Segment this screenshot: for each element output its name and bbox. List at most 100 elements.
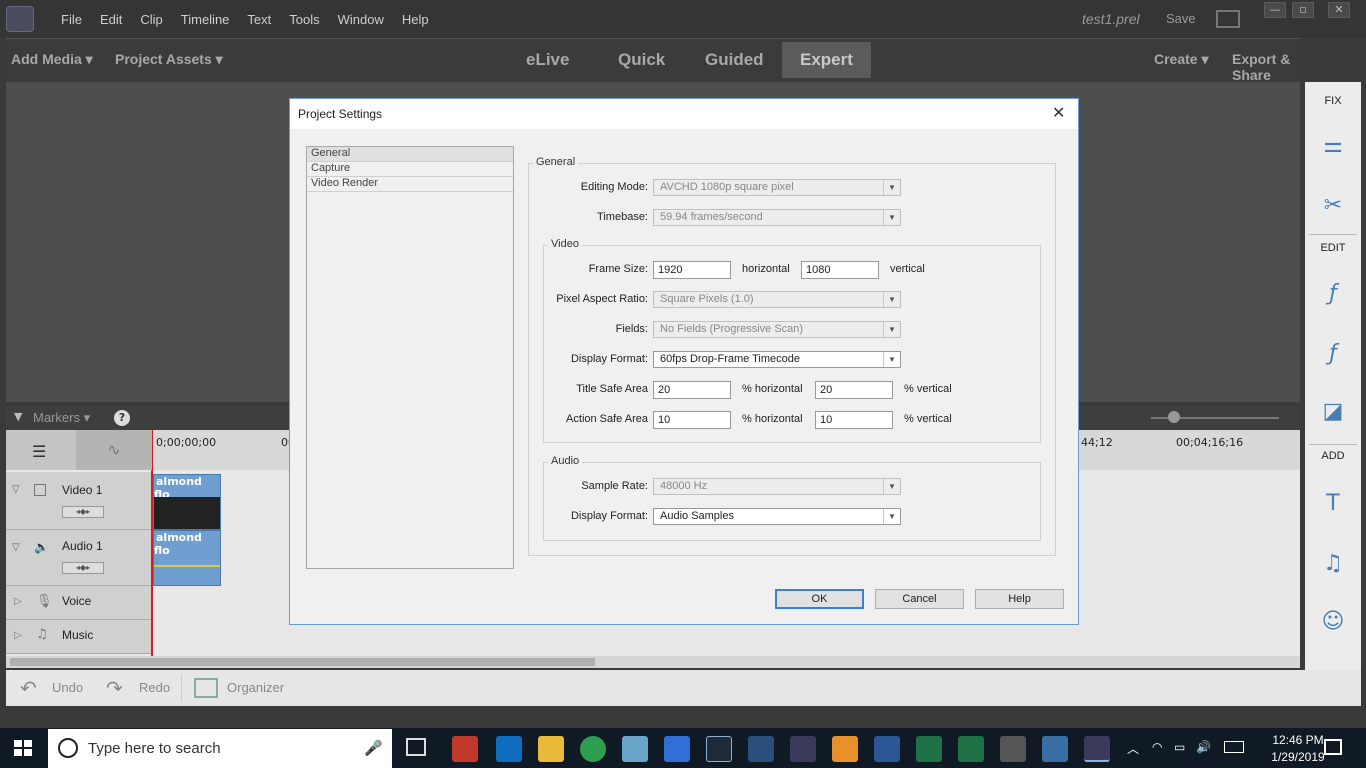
premiere-elements-active-icon[interactable] — [1084, 736, 1110, 762]
undo-icon[interactable]: ↶ — [20, 676, 37, 700]
editing-mode-select[interactable]: AVCHD 1080p square pixel ▼ — [653, 179, 901, 196]
track-expand-icon[interactable]: ▽ — [12, 484, 20, 495]
pixel-aspect-ratio-select[interactable]: Square Pixels (1.0) ▼ — [653, 291, 901, 308]
minimize-button[interactable]: — — [1264, 2, 1286, 18]
create-button[interactable]: Create ▾ — [1154, 51, 1209, 68]
export-share-button[interactable]: Export & Share — [1232, 51, 1300, 83]
action-safe-h-input[interactable]: 10 — [653, 411, 731, 429]
tools-icon[interactable]: ✂ — [1319, 192, 1347, 220]
help-icon[interactable]: ? — [114, 410, 130, 426]
menu-clip[interactable]: Clip — [131, 12, 171, 27]
help-button[interactable]: Help — [975, 589, 1064, 609]
taskbar-app-icon[interactable] — [1000, 736, 1026, 762]
audio-waveform-icon[interactable]: ∿ — [76, 430, 152, 470]
lightroom-icon[interactable] — [706, 736, 732, 762]
menu-file[interactable]: File — [52, 12, 91, 27]
fields-select[interactable]: No Fields (Progressive Scan) ▼ — [653, 321, 901, 338]
audio-clip[interactable]: almond flo — [153, 530, 221, 586]
windows-start-icon[interactable] — [14, 740, 32, 756]
timeline-scrollbar[interactable] — [6, 656, 1300, 668]
publisher-icon[interactable] — [958, 736, 984, 762]
display-format-select[interactable]: 60fps Drop-Frame Timecode ▼ — [653, 351, 901, 368]
microphone-icon[interactable]: 🎤 — [364, 739, 383, 757]
keyframe-controls[interactable]: ◂◆▸ — [62, 562, 104, 574]
dialog-close-icon[interactable]: ✕ — [1052, 103, 1065, 123]
outlook-icon[interactable] — [496, 736, 522, 762]
track-expand-icon[interactable]: ▷ — [14, 630, 22, 641]
taskbar-search-box[interactable]: Type here to search 🎤 — [48, 729, 392, 768]
close-window-button[interactable]: ✕ — [1328, 2, 1350, 18]
file-explorer-icon[interactable] — [538, 736, 564, 762]
taskbar-app-icon[interactable] — [452, 736, 478, 762]
project-assets-button[interactable]: Project Assets ▾ — [115, 51, 223, 68]
sample-rate-select[interactable]: 48000 Hz ▼ — [653, 478, 901, 495]
ok-button[interactable]: OK — [775, 589, 864, 609]
mode-guided[interactable]: Guided — [687, 42, 782, 78]
mode-expert[interactable]: Expert — [782, 42, 871, 78]
timebase-select[interactable]: 59.94 frames/second ▼ — [653, 209, 901, 226]
fx-icon[interactable]: ƒ — [1319, 340, 1347, 368]
nav-general[interactable]: General — [307, 147, 513, 162]
organizer-button[interactable]: Organizer — [227, 680, 284, 695]
undo-button[interactable]: Undo — [52, 680, 83, 695]
adjust-sliders-icon[interactable]: ⚌ — [1319, 132, 1347, 160]
frame-height-input[interactable]: 1080 — [801, 261, 879, 279]
cancel-button[interactable]: Cancel — [875, 589, 964, 609]
menu-text[interactable]: Text — [238, 12, 280, 27]
mode-elive[interactable]: eLive — [508, 42, 587, 78]
add-media-button[interactable]: Add Media ▾ — [11, 51, 93, 68]
track-list-icon[interactable]: ☰ — [32, 442, 46, 461]
redo-button[interactable]: Redo — [139, 680, 170, 695]
transitions-icon[interactable]: ◪ — [1319, 398, 1347, 426]
collapse-icon[interactable]: ▼ — [14, 410, 22, 423]
menu-edit[interactable]: Edit — [91, 12, 131, 27]
app-logo-icon[interactable] — [6, 6, 34, 32]
title-safe-h-input[interactable]: 20 — [653, 381, 731, 399]
frame-width-input[interactable]: 1920 — [653, 261, 731, 279]
wifi-icon[interactable]: ◠ — [1152, 740, 1162, 754]
menu-help[interactable]: Help — [393, 12, 438, 27]
taskbar-app-icon[interactable] — [622, 736, 648, 762]
keyboard-icon[interactable] — [1224, 741, 1244, 753]
maximize-button[interactable]: ▫ — [1292, 2, 1314, 18]
action-safe-v-input[interactable]: 10 — [815, 411, 893, 429]
taskbar-app-icon[interactable] — [832, 736, 858, 762]
menu-tools[interactable]: Tools — [280, 12, 328, 27]
task-view-icon[interactable] — [406, 738, 426, 756]
word-icon[interactable] — [874, 736, 900, 762]
graphics-icon[interactable]: ☺ — [1319, 608, 1347, 636]
excel-icon[interactable] — [916, 736, 942, 762]
volume-icon[interactable]: 🔊 — [1196, 740, 1211, 754]
premiere-elements-icon[interactable] — [790, 736, 816, 762]
notifications-icon[interactable] — [1324, 739, 1342, 755]
keyframe-controls[interactable]: ◂◆▸ — [62, 506, 104, 518]
title-safe-v-input[interactable]: 20 — [815, 381, 893, 399]
clock-date[interactable]: 1/29/2019 — [1268, 750, 1328, 764]
scrollbar-thumb[interactable] — [10, 658, 595, 666]
effects-edit-icon[interactable]: ƒ — [1319, 280, 1347, 308]
chrome-icon[interactable] — [580, 736, 606, 762]
organizer-icon[interactable] — [194, 678, 218, 698]
save-button[interactable]: Save — [1166, 11, 1196, 26]
zoom-slider-handle[interactable] — [1168, 411, 1180, 423]
audio-display-format-select[interactable]: Audio Samples ▼ — [653, 508, 901, 525]
fullscreen-icon[interactable] — [1216, 10, 1240, 28]
redo-icon[interactable]: ↷ — [106, 676, 123, 700]
menu-window[interactable]: Window — [329, 12, 393, 27]
markers-dropdown[interactable]: Markers ▾ — [33, 410, 90, 426]
clock-time[interactable]: 12:46 PM — [1270, 733, 1326, 747]
chevron-up-icon[interactable]: ︿ — [1127, 740, 1139, 757]
photos-icon[interactable] — [1042, 736, 1068, 762]
mode-quick[interactable]: Quick — [600, 42, 683, 78]
video-clip[interactable]: almond flo — [153, 474, 221, 530]
docs-icon[interactable] — [664, 736, 690, 762]
music-icon[interactable]: ♫ — [1319, 550, 1347, 578]
taskbar-app-icon[interactable] — [748, 736, 774, 762]
nav-capture[interactable]: Capture — [307, 162, 513, 177]
track-expand-icon[interactable]: ▷ — [14, 596, 22, 607]
battery-icon[interactable]: ▭ — [1174, 740, 1185, 754]
titles-icon[interactable]: T — [1319, 490, 1347, 518]
nav-video-render[interactable]: Video Render — [307, 177, 513, 192]
track-expand-icon[interactable]: ▽ — [12, 542, 20, 553]
menu-timeline[interactable]: Timeline — [172, 12, 239, 27]
